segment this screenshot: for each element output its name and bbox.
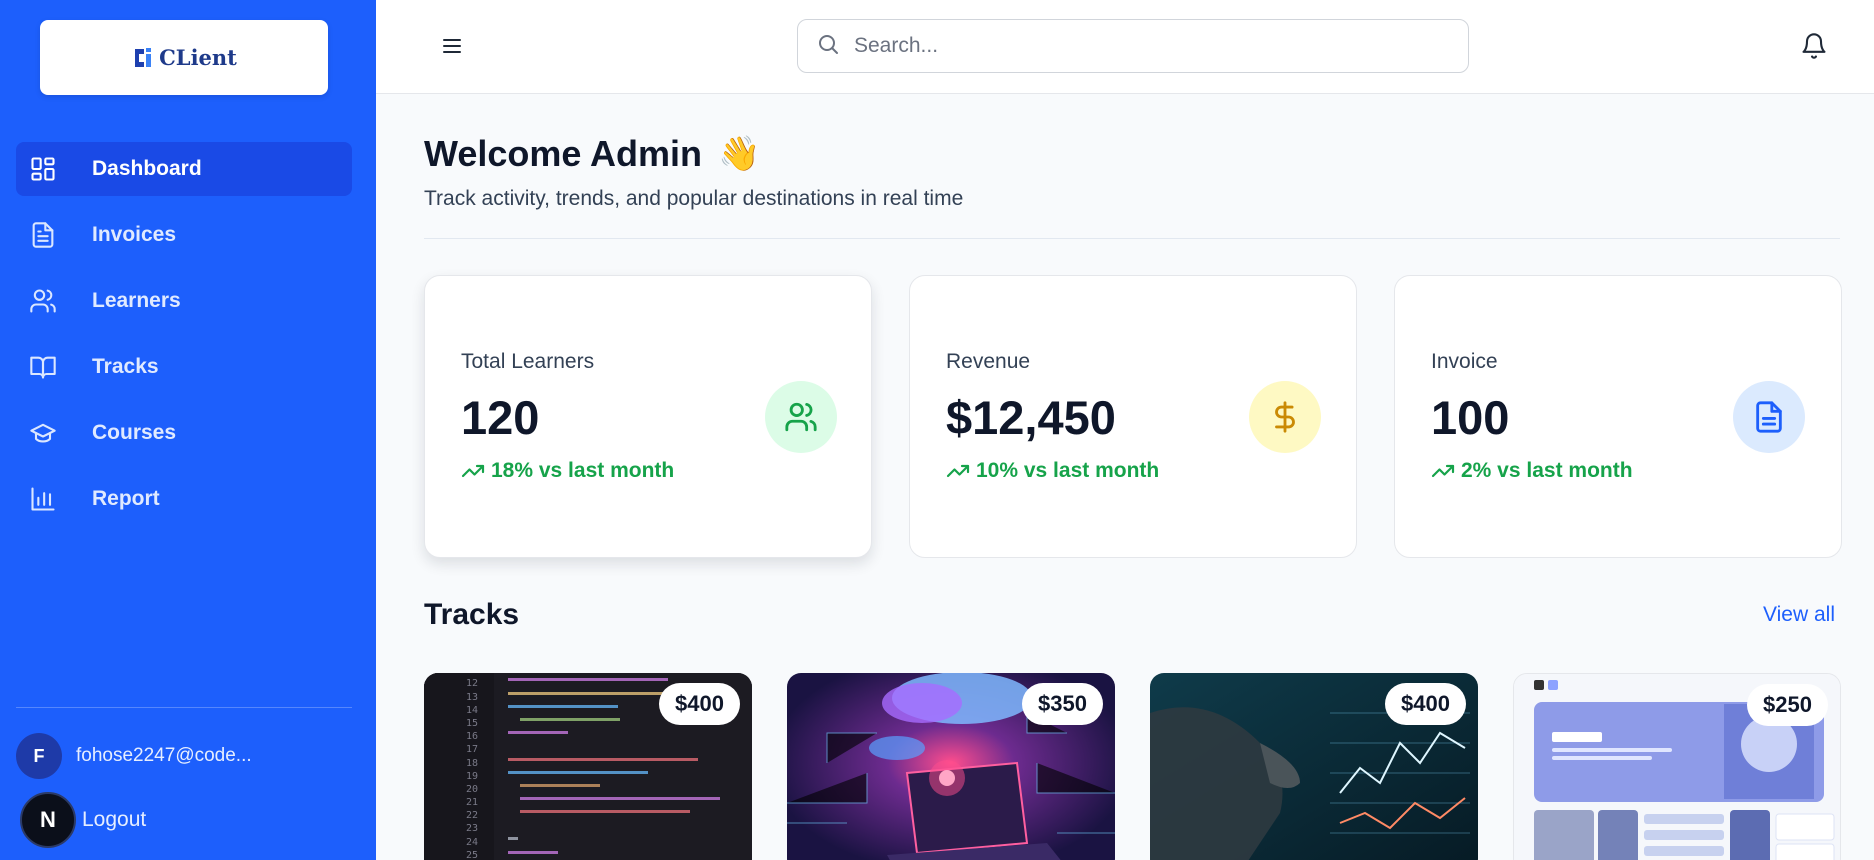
avatar: F bbox=[16, 733, 62, 779]
svg-text:18: 18 bbox=[466, 758, 478, 769]
price-badge: $400 bbox=[659, 683, 740, 725]
search-bar bbox=[797, 19, 1469, 73]
sidebar-item-tracks[interactable]: Tracks bbox=[16, 340, 352, 394]
view-all-link[interactable]: View all bbox=[1763, 603, 1835, 627]
svg-text:22: 22 bbox=[466, 810, 478, 821]
trend-text: 2% vs last month bbox=[1461, 459, 1633, 482]
dollar-icon bbox=[1249, 381, 1321, 453]
svg-text:19: 19 bbox=[466, 771, 478, 782]
trend-text: 10% vs last month bbox=[976, 459, 1160, 482]
sidebar-divider bbox=[16, 707, 352, 708]
page-title: Welcome Admin 👋 bbox=[424, 133, 760, 175]
n-badge-icon: N bbox=[20, 792, 76, 848]
logo[interactable]: CLient bbox=[40, 20, 328, 95]
sidebar-item-label: Dashboard bbox=[92, 157, 202, 180]
track-card[interactable]: 12 13 14 15 16 17 18 19 20 21 22 23 24 25 $400 bbox=[424, 673, 752, 860]
welcome-text: Welcome Admin bbox=[424, 133, 703, 174]
price-badge: $400 bbox=[1385, 683, 1466, 725]
stat-trend: 10% vs last month bbox=[946, 459, 1159, 483]
book-open-icon bbox=[28, 352, 58, 382]
trending-up-icon bbox=[946, 464, 970, 478]
stat-trend: 2% vs last month bbox=[1431, 459, 1633, 483]
logo-mark: CLient bbox=[131, 45, 237, 71]
svg-text:15: 15 bbox=[466, 718, 478, 729]
top-bar bbox=[376, 0, 1874, 94]
stat-value: 100 bbox=[1431, 391, 1510, 444]
sidebar-nav: Dashboard Invoices Learners Tracks Cours… bbox=[16, 142, 352, 538]
bar-chart-icon bbox=[28, 484, 58, 514]
trend-text: 18% vs last month bbox=[491, 459, 675, 482]
stat-value: 120 bbox=[461, 391, 540, 444]
logout-button[interactable]: N Logout bbox=[20, 792, 146, 848]
stat-card-invoice[interactable]: Invoice 100 2% vs last month bbox=[1394, 275, 1842, 558]
sidebar-item-courses[interactable]: Courses bbox=[16, 406, 352, 460]
sidebar-item-label: Tracks bbox=[92, 355, 159, 378]
search-input[interactable] bbox=[854, 34, 1434, 58]
track-card[interactable]: $250 bbox=[1513, 673, 1841, 860]
svg-text:16: 16 bbox=[466, 731, 478, 742]
stat-label: Invoice bbox=[1431, 350, 1498, 373]
svg-text:14: 14 bbox=[466, 705, 478, 716]
user-account[interactable]: F fohose2247@code... bbox=[16, 733, 252, 779]
page-subtitle: Track activity, trends, and popular dest… bbox=[424, 187, 964, 210]
svg-text:24: 24 bbox=[466, 837, 478, 848]
wave-emoji: 👋 bbox=[718, 135, 761, 173]
stat-trend: 18% vs last month bbox=[461, 459, 674, 483]
sidebar: CLient Dashboard Invoices Learners Track… bbox=[0, 0, 376, 860]
svg-text:12: 12 bbox=[466, 678, 478, 689]
dashboard-icon bbox=[28, 154, 58, 184]
sidebar-item-label: Learners bbox=[92, 289, 181, 312]
svg-text:25: 25 bbox=[466, 850, 478, 860]
stat-label: Total Learners bbox=[461, 350, 595, 373]
sidebar-item-learners[interactable]: Learners bbox=[16, 274, 352, 328]
stat-card-revenue[interactable]: Revenue $12,450 10% vs last month bbox=[909, 275, 1357, 558]
n-letter: N bbox=[40, 807, 56, 832]
sidebar-item-label: Courses bbox=[92, 421, 177, 444]
track-card[interactable]: $350 bbox=[787, 673, 1115, 860]
svg-text:17: 17 bbox=[466, 744, 478, 755]
stat-value: $12,450 bbox=[946, 391, 1116, 444]
divider bbox=[424, 238, 1840, 239]
trending-up-icon bbox=[461, 464, 485, 478]
logo-icon bbox=[135, 47, 152, 67]
tracks-heading: Tracks bbox=[424, 598, 520, 631]
menu-icon[interactable] bbox=[440, 34, 464, 58]
logo-text: CLient bbox=[159, 45, 237, 70]
svg-text:20: 20 bbox=[466, 784, 478, 795]
search-icon bbox=[816, 32, 840, 61]
logout-label: Logout bbox=[82, 808, 147, 831]
sidebar-item-report[interactable]: Report bbox=[16, 472, 352, 526]
sidebar-item-invoices[interactable]: Invoices bbox=[16, 208, 352, 262]
sidebar-item-label: Report bbox=[92, 487, 160, 510]
svg-text:13: 13 bbox=[466, 692, 478, 703]
graduation-cap-icon bbox=[28, 418, 58, 448]
stat-card-learners[interactable]: Total Learners 120 18% vs last month bbox=[424, 275, 872, 558]
track-card[interactable]: $400 bbox=[1150, 673, 1478, 860]
svg-text:21: 21 bbox=[466, 797, 478, 808]
price-badge: $350 bbox=[1022, 683, 1103, 725]
svg-text:23: 23 bbox=[466, 823, 478, 834]
bell-icon[interactable] bbox=[1800, 32, 1828, 60]
sidebar-item-dashboard[interactable]: Dashboard bbox=[16, 142, 352, 196]
price-badge: $250 bbox=[1747, 684, 1828, 726]
user-email: fohose2247@code... bbox=[76, 745, 252, 766]
invoice-icon bbox=[28, 220, 58, 250]
users-icon bbox=[765, 381, 837, 453]
stat-label: Revenue bbox=[946, 350, 1031, 373]
sidebar-item-label: Invoices bbox=[92, 223, 177, 246]
document-icon bbox=[1733, 381, 1805, 453]
users-icon bbox=[28, 286, 58, 316]
trending-up-icon bbox=[1431, 464, 1455, 478]
